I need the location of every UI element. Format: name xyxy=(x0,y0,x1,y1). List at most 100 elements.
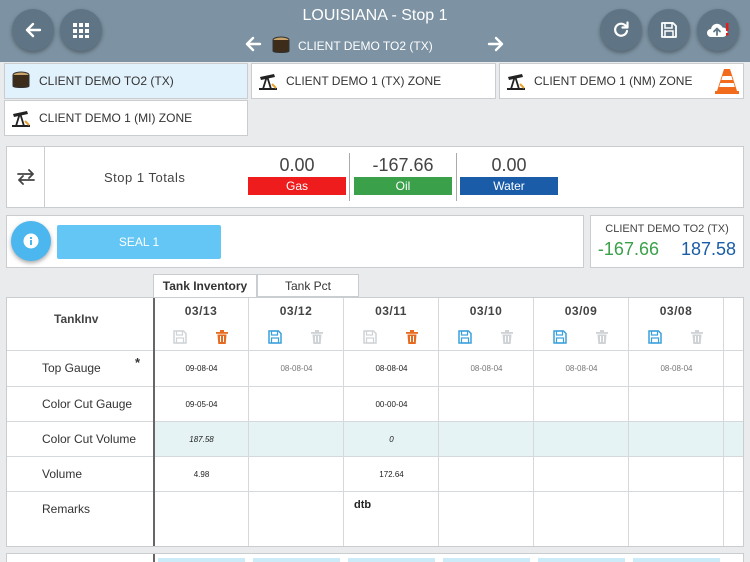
swap-arrows-icon xyxy=(16,169,35,185)
column-date: 03/10 xyxy=(469,304,503,318)
tank-tab-label: CLIENT DEMO TO2 (TX) xyxy=(39,74,174,88)
table-cell[interactable]: 187.58 xyxy=(154,422,249,457)
strip-segment xyxy=(158,558,245,562)
tankinv-label: TankInv xyxy=(54,312,99,326)
back-button[interactable] xyxy=(12,9,54,51)
pumpjack-icon xyxy=(506,71,526,91)
required-mark: * xyxy=(135,355,141,370)
column-delete-icon[interactable] xyxy=(214,329,230,345)
table-cell[interactable] xyxy=(439,457,534,492)
tank-inventory-grid: TankInv Top Gauge * 09-08-04 08-08-04 08-08-… xyxy=(6,297,744,547)
row-label: Top Gauge xyxy=(42,361,101,375)
table-cell[interactable] xyxy=(439,492,534,546)
menu-grid-button[interactable] xyxy=(60,9,102,51)
table-cell[interactable]: 08-08-04 xyxy=(439,351,534,387)
traffic-cone-icon xyxy=(715,69,739,94)
tank-icon xyxy=(11,71,31,91)
table-cell[interactable]: 4.98 xyxy=(154,457,249,492)
table-cell[interactable]: 00-00-04 xyxy=(344,387,439,422)
next-tank-arrow-icon[interactable] xyxy=(486,34,506,54)
table-cell[interactable] xyxy=(249,457,344,492)
previous-tank-arrow-icon[interactable] xyxy=(243,34,263,54)
table-cell[interactable]: 08-08-04 xyxy=(344,351,439,387)
stop-totals-label: Stop 1 Totals xyxy=(104,170,186,185)
table-cell[interactable] xyxy=(439,387,534,422)
strip-divider xyxy=(153,554,155,562)
column-save-icon[interactable] xyxy=(647,329,663,345)
pumpjack-icon xyxy=(258,71,278,91)
table-cell[interactable]: 09-08-04 xyxy=(154,351,249,387)
tank-tab-client-demo-1-nm-zone[interactable]: CLIENT DEMO 1 (NM) ZONE xyxy=(499,63,744,99)
table-cell[interactable] xyxy=(249,422,344,457)
column-save-icon[interactable] xyxy=(267,329,283,345)
column-divider xyxy=(533,298,534,546)
table-cell[interactable]: 08-08-04 xyxy=(249,351,344,387)
table-cell[interactable] xyxy=(249,492,344,546)
table-cell[interactable] xyxy=(439,422,534,457)
gas-label: Gas xyxy=(248,177,346,195)
table-cell[interactable] xyxy=(629,492,724,546)
date-column-header: 03/13 xyxy=(154,298,249,350)
table-cell[interactable] xyxy=(629,422,724,457)
table-cell[interactable] xyxy=(629,387,724,422)
column-save-icon[interactable] xyxy=(457,329,473,345)
column-delete-icon[interactable] xyxy=(404,329,420,345)
table-cell[interactable]: 09-05-04 xyxy=(154,387,249,422)
date-column-header: 03/12 xyxy=(249,298,344,350)
tank-tab-label: CLIENT DEMO 1 (NM) ZONE xyxy=(534,74,693,88)
column-divider xyxy=(723,298,724,546)
table-cell[interactable]: dtb xyxy=(344,492,439,546)
table-cell[interactable]: 172.64 xyxy=(344,457,439,492)
info-button[interactable] xyxy=(11,221,51,261)
column-divider xyxy=(153,298,155,546)
column-delete-icon[interactable] xyxy=(594,329,610,345)
table-row: Volume 4.98 172.64 xyxy=(7,456,743,492)
current-tank-label: CLIENT DEMO TO2 (TX) xyxy=(272,36,433,56)
pumpjack-icon xyxy=(11,108,31,128)
divider xyxy=(456,153,457,201)
tab-tank-pct[interactable]: Tank Pct xyxy=(257,274,359,297)
gas-value: 0.00 xyxy=(279,155,315,175)
table-cell[interactable] xyxy=(154,492,249,546)
column-delete-icon[interactable] xyxy=(499,329,515,345)
column-save-icon[interactable] xyxy=(172,329,188,345)
column-save-icon[interactable] xyxy=(552,329,568,345)
date-column-header: 03/09 xyxy=(534,298,629,350)
table-cell[interactable] xyxy=(629,457,724,492)
grid-icon xyxy=(73,23,89,38)
tank-tab-client-demo-1-tx-zone[interactable]: CLIENT DEMO 1 (TX) ZONE xyxy=(251,63,496,99)
column-delete-icon[interactable] xyxy=(689,329,705,345)
upload-button[interactable] xyxy=(697,9,739,51)
seal-1-button[interactable]: SEAL 1 xyxy=(57,225,221,259)
corner-header: TankInv xyxy=(7,298,154,350)
table-cell[interactable] xyxy=(534,387,629,422)
tank-tab-label: CLIENT DEMO 1 (MI) ZONE xyxy=(39,111,193,125)
table-cell[interactable] xyxy=(534,422,629,457)
table-cell[interactable]: 0 xyxy=(344,422,439,457)
column-delete-icon[interactable] xyxy=(309,329,325,345)
date-column-header: 03/10 xyxy=(439,298,534,350)
tank-tab-client-demo-1-mi-zone[interactable]: CLIENT DEMO 1 (MI) ZONE xyxy=(4,100,248,136)
strip-segment xyxy=(348,558,435,562)
refresh-button[interactable] xyxy=(600,9,642,51)
table-cell[interactable] xyxy=(249,387,344,422)
table-row: Remarks dtb xyxy=(7,491,743,546)
tank-tab-label: CLIENT DEMO 1 (TX) ZONE xyxy=(286,74,442,88)
client-summary-name: CLIENT DEMO TO2 (TX) xyxy=(605,223,729,235)
table-cell[interactable] xyxy=(534,457,629,492)
column-divider xyxy=(438,298,439,546)
column-save-icon[interactable] xyxy=(362,329,378,345)
swap-button[interactable] xyxy=(7,147,45,207)
column-divider xyxy=(628,298,629,546)
page-title: LOUISIANA - Stop 1 xyxy=(302,7,448,24)
table-cell[interactable]: 08-08-04 xyxy=(534,351,629,387)
tank-tab-client-demo-to2-tx[interactable]: CLIENT DEMO TO2 (TX) xyxy=(4,63,248,99)
row-label: Volume xyxy=(42,467,83,481)
save-button[interactable] xyxy=(648,9,690,51)
table-cell[interactable]: 08-08-04 xyxy=(629,351,724,387)
row-label: Color Cut Gauge xyxy=(42,397,133,411)
oil-total: -167.66 Oil xyxy=(354,153,452,195)
tab-tank-inventory[interactable]: Tank Inventory xyxy=(153,274,257,297)
client-summary-panel: CLIENT DEMO TO2 (TX) -167.66 187.58 xyxy=(590,215,744,268)
table-cell[interactable] xyxy=(534,492,629,546)
